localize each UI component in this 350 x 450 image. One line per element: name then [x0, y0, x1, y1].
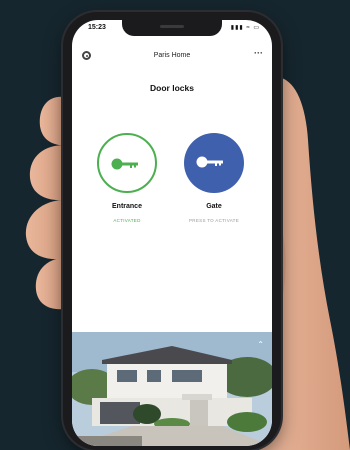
gate-status: PRESS TO ACTIVATE [188, 218, 240, 223]
notch [122, 20, 222, 36]
key-icon [111, 158, 138, 170]
home-title: Paris Home [153, 52, 191, 59]
page-title: Door locks [150, 83, 194, 93]
speaker [160, 25, 184, 28]
entrance-label: Entrance [112, 203, 142, 210]
gate-lock-button[interactable] [184, 133, 244, 193]
entrance-status: ACTIVATED [113, 218, 141, 223]
status-time: 15:23 [88, 24, 106, 31]
status-icons: ▮▮▮ ≈ ▭ [230, 25, 260, 31]
key-icon [196, 156, 223, 168]
app-header: Paris Home ··· [72, 48, 272, 64]
entrance-lock-button[interactable] [97, 133, 157, 193]
chevron-up-icon[interactable]: ⌃ [257, 340, 264, 349]
gate-label: Gate [206, 203, 222, 210]
house-photo [72, 332, 272, 446]
more-icon[interactable]: ··· [254, 48, 263, 58]
phone-screen: 15:23 ▮▮▮ ≈ ▭ Paris Home ··· Door locks … [72, 20, 272, 446]
